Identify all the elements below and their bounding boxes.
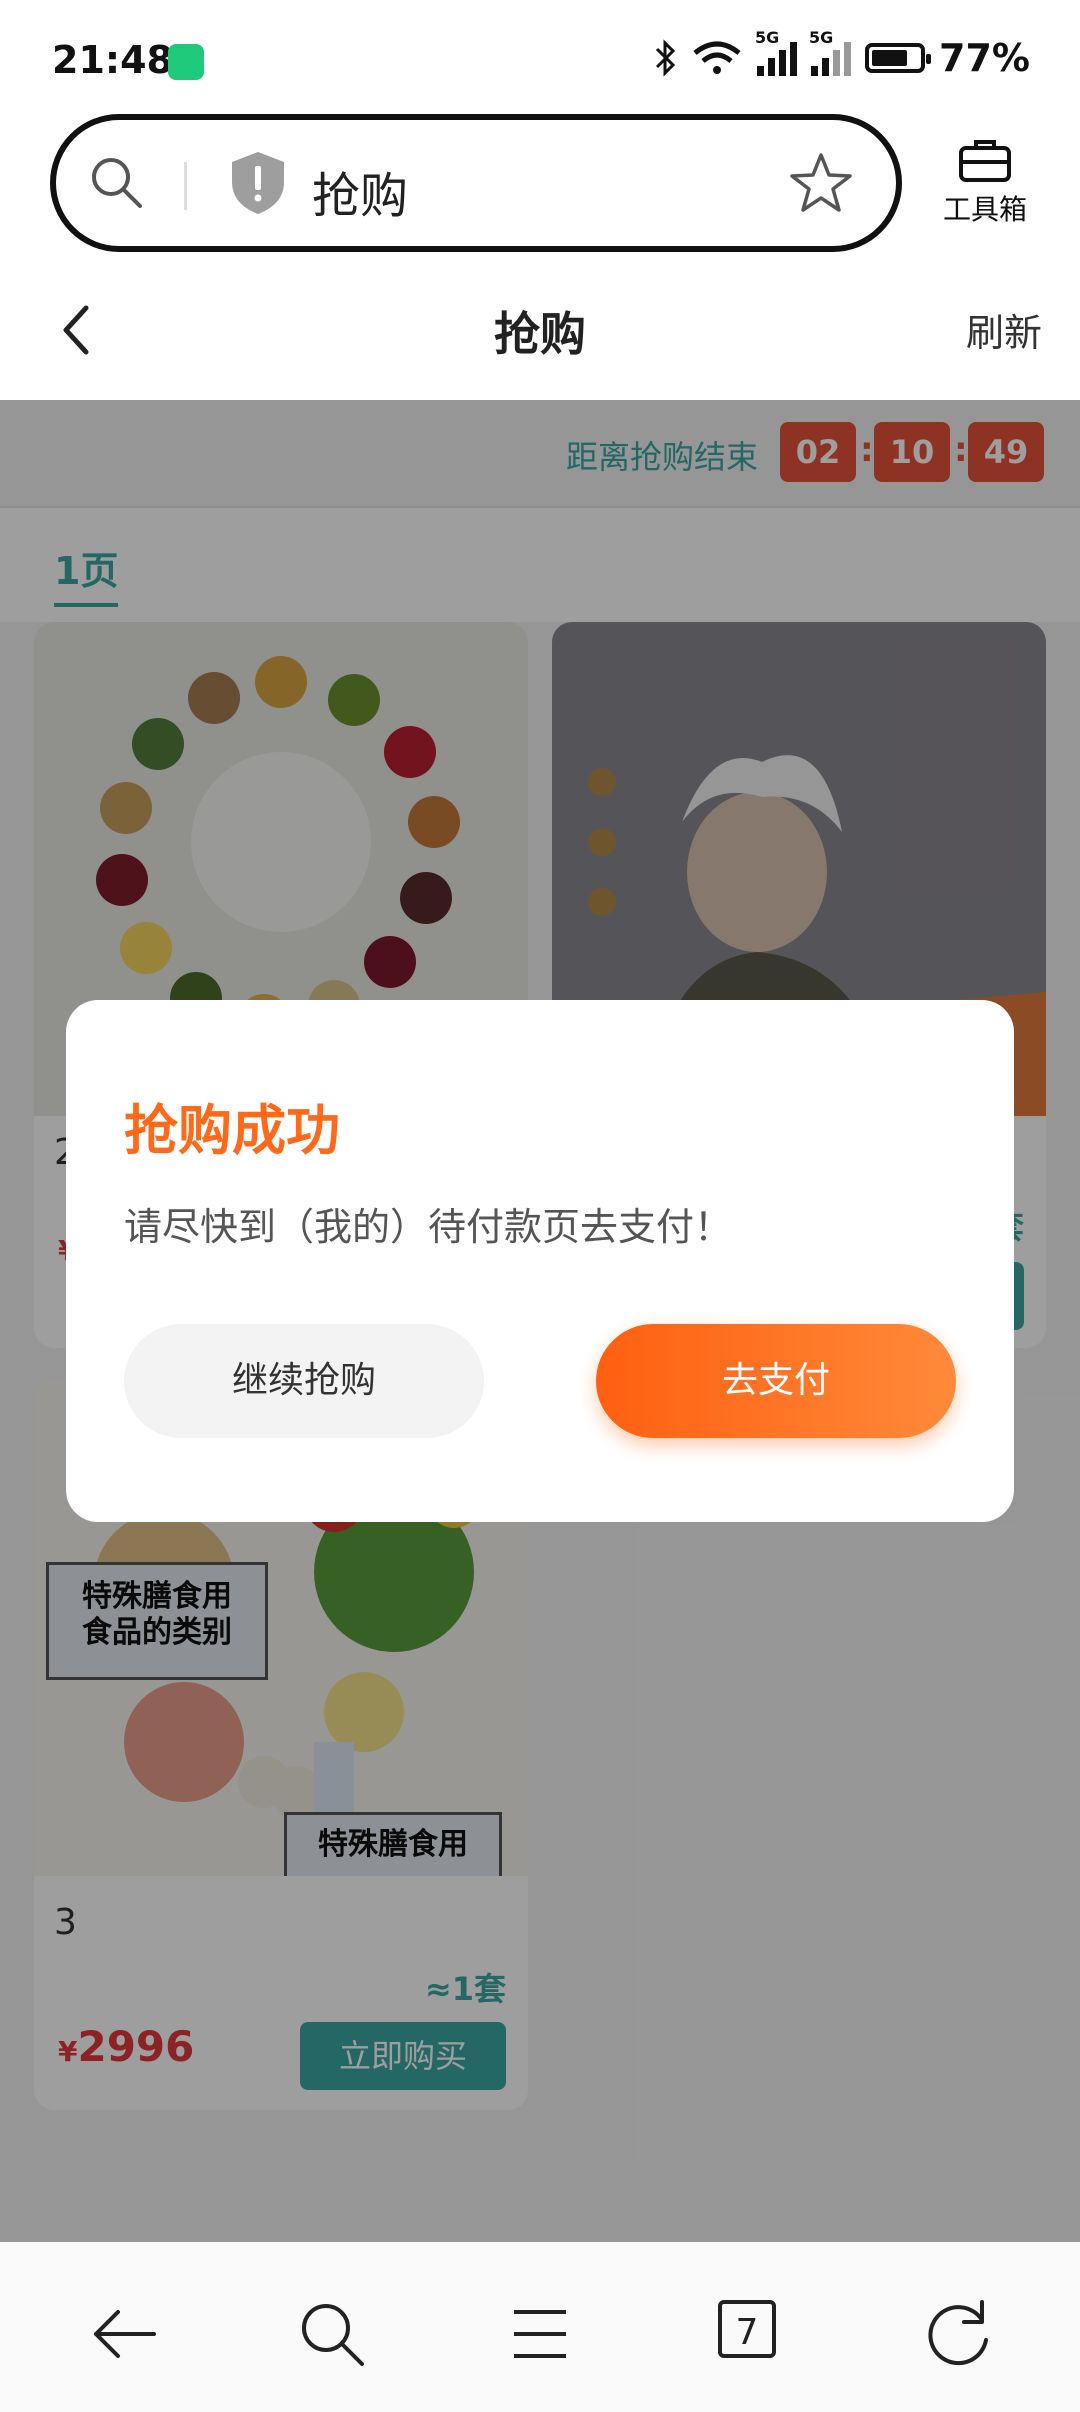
go-pay-button[interactable]: 去支付 <box>596 1324 956 1438</box>
page-title: 抢购 <box>494 307 586 361</box>
back-arrow-icon[interactable] <box>84 2294 164 2374</box>
signal-1-icon: 5G <box>755 28 798 76</box>
status-time: 21:48 <box>52 38 173 82</box>
battery-fill <box>872 50 908 66</box>
browser-bottom-nav: 7 <box>0 2242 1080 2412</box>
toolbox-icon <box>959 140 1011 182</box>
status-bar: 21:48 5G 5G 77% <box>0 0 1080 110</box>
tabs-icon[interactable]: 7 <box>712 2294 792 2374</box>
battery-percent: 77% <box>939 36 1030 80</box>
search-icon[interactable] <box>292 2294 372 2374</box>
address-text[interactable]: 抢购 <box>312 156 408 226</box>
signal-2-icon: 5G <box>809 28 852 76</box>
dialog-title: 抢购成功 <box>124 1099 340 1162</box>
purchase-success-dialog: 抢购成功 请尽快到（我的）待付款页去支付！ 继续抢购 去支付 <box>66 1000 1014 1522</box>
status-icons: 5G 5G 77% <box>653 28 1030 80</box>
menu-icon[interactable] <box>500 2294 580 2374</box>
toolbox-button[interactable]: 工具箱 <box>930 136 1040 246</box>
toolbox-label: 工具箱 <box>942 193 1027 226</box>
shield-warning-icon[interactable] <box>228 150 288 216</box>
continue-shopping-button[interactable]: 继续抢购 <box>124 1324 484 1438</box>
wifi-icon <box>693 41 741 74</box>
search-icon[interactable] <box>86 152 146 212</box>
bluetooth-icon <box>655 39 676 77</box>
star-bookmark-icon[interactable] <box>788 150 854 216</box>
address-bar[interactable]: 抢购 <box>50 114 902 252</box>
network-type-1: 5G <box>755 28 780 47</box>
dialog-message: 请尽快到（我的）待付款页去支付！ <box>124 1205 733 1249</box>
tab-count: 7 <box>718 2300 776 2358</box>
notification-app-icon <box>168 44 204 80</box>
network-type-2: 5G <box>809 28 834 47</box>
page-header: 抢购 刷新 <box>0 270 1080 400</box>
battery-icon <box>865 43 932 73</box>
refresh-button[interactable]: 刷新 <box>966 302 1042 357</box>
address-divider <box>184 162 187 210</box>
refresh-icon[interactable] <box>920 2294 1000 2374</box>
